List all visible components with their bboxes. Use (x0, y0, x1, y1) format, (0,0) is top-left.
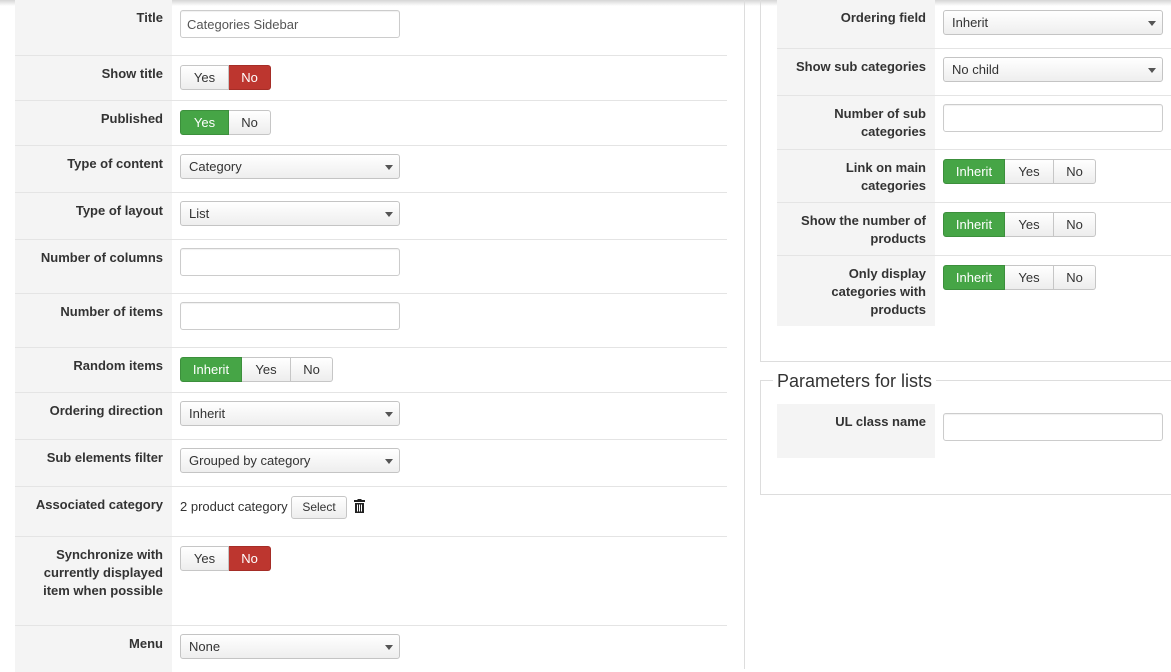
row-show-sub-categories: Show sub categories No child (777, 49, 1171, 96)
ordering-direction-label: Ordering direction (15, 393, 172, 439)
number-of-columns-input[interactable] (180, 248, 400, 276)
random-items-inherit-button[interactable]: Inherit (180, 357, 242, 382)
ul-class-name-label: UL class name (777, 404, 935, 458)
show-number-of-products-toggle: Inherit Yes No (943, 212, 1096, 237)
number-of-sub-categories-input[interactable] (943, 104, 1163, 132)
row-type-of-layout: Type of layout List (15, 193, 727, 240)
chevron-down-icon (1148, 21, 1156, 26)
link-on-main-categories-label: Link on main categories (777, 150, 935, 202)
number-of-columns-label: Number of columns (15, 240, 172, 293)
number-of-sub-categories-label: Number of sub categories (777, 96, 935, 149)
show-sub-categories-label: Show sub categories (777, 49, 935, 95)
trash-icon[interactable] (354, 499, 366, 516)
type-of-content-value: Category (189, 159, 242, 174)
row-show-title: Show title Yes No (15, 56, 727, 101)
show-number-inherit-button[interactable]: Inherit (943, 212, 1005, 237)
link-main-yes-button[interactable]: Yes (1005, 159, 1054, 184)
only-display-with-products-label: Only display categories with products (777, 256, 935, 326)
type-of-layout-label: Type of layout (15, 193, 172, 239)
row-number-of-items: Number of items (15, 294, 727, 348)
random-items-yes-button[interactable]: Yes (242, 357, 291, 382)
chevron-down-icon (1148, 68, 1156, 73)
ordering-field-value: Inherit (952, 15, 989, 30)
sub-elements-filter-label: Sub elements filter (15, 440, 172, 486)
associated-category-control: 2 product category Select (180, 495, 366, 520)
published-no-button[interactable]: No (229, 110, 271, 135)
show-title-no-button[interactable]: No (229, 65, 271, 90)
menu-label: Menu (15, 626, 172, 672)
ordering-direction-select[interactable]: Inherit (180, 401, 400, 426)
associated-category-select-button[interactable]: Select (291, 496, 347, 520)
row-only-display-with-products: Only display categories with products In… (777, 256, 1171, 326)
synchronize-no-button[interactable]: No (229, 546, 271, 571)
link-main-inherit-button[interactable]: Inherit (943, 159, 1005, 184)
random-items-no-button[interactable]: No (291, 357, 333, 382)
type-of-content-label: Type of content (15, 146, 172, 192)
row-show-number-of-products: Show the number of products Inherit Yes … (777, 203, 1171, 256)
show-title-yes-button[interactable]: Yes (180, 65, 229, 90)
sub-elements-filter-select[interactable]: Grouped by category (180, 448, 400, 473)
row-menu: Menu None (15, 626, 727, 672)
only-display-no-button[interactable]: No (1054, 265, 1096, 290)
row-ordering-field: Ordering field Inherit (777, 0, 1171, 49)
link-main-no-button[interactable]: No (1054, 159, 1096, 184)
chevron-down-icon (385, 459, 393, 464)
published-toggle: Yes No (180, 110, 271, 135)
show-number-of-products-label: Show the number of products (777, 203, 935, 255)
only-display-inherit-button[interactable]: Inherit (943, 265, 1005, 290)
random-items-label: Random items (15, 348, 172, 392)
chevron-down-icon (385, 645, 393, 650)
row-ordering-direction: Ordering direction Inherit (15, 393, 727, 440)
menu-value: None (189, 639, 221, 654)
parameters-for-lists-legend: Parameters for lists (773, 370, 937, 392)
title-label: Title (15, 0, 172, 55)
row-random-items: Random items Inherit Yes No (15, 348, 727, 393)
row-number-of-sub-categories: Number of sub categories (777, 96, 1171, 150)
show-number-no-button[interactable]: No (1054, 212, 1096, 237)
chevron-down-icon (385, 412, 393, 417)
published-yes-button[interactable]: Yes (180, 110, 229, 135)
type-of-content-select[interactable]: Category (180, 154, 400, 179)
column-divider (744, 0, 745, 669)
published-label: Published (15, 101, 172, 145)
row-associated-category: Associated category 2 product category S… (15, 487, 727, 537)
title-input[interactable] (180, 10, 400, 38)
show-sub-categories-select[interactable]: No child (943, 57, 1163, 82)
row-title: Title (15, 0, 727, 56)
synchronize-toggle: Yes No (180, 546, 271, 571)
type-of-layout-select[interactable]: List (180, 201, 400, 226)
random-items-toggle: Inherit Yes No (180, 357, 333, 382)
ordering-field-select[interactable]: Inherit (943, 10, 1163, 35)
show-title-toggle: Yes No (180, 65, 271, 90)
chevron-down-icon (385, 165, 393, 170)
row-sub-elements-filter: Sub elements filter Grouped by category (15, 440, 727, 487)
row-published: Published Yes No (15, 101, 727, 146)
show-title-label: Show title (15, 56, 172, 100)
show-sub-categories-value: No child (952, 62, 999, 77)
number-of-items-input[interactable] (180, 302, 400, 330)
synchronize-yes-button[interactable]: Yes (180, 546, 229, 571)
type-of-layout-value: List (189, 206, 210, 221)
associated-category-value: 2 product category (180, 499, 288, 514)
ordering-field-label: Ordering field (777, 0, 935, 48)
sub-elements-filter-value: Grouped by category (189, 453, 311, 468)
synchronize-label: Synchronize with currently displayed ite… (15, 537, 172, 625)
show-number-yes-button[interactable]: Yes (1005, 212, 1054, 237)
ul-class-name-input[interactable] (943, 413, 1163, 441)
chevron-down-icon (385, 212, 393, 217)
associated-category-label: Associated category (15, 487, 172, 536)
row-number-of-columns: Number of columns (15, 240, 727, 294)
only-display-with-products-toggle: Inherit Yes No (943, 265, 1096, 290)
only-display-yes-button[interactable]: Yes (1005, 265, 1054, 290)
row-synchronize: Synchronize with currently displayed ite… (15, 537, 727, 626)
ordering-direction-value: Inherit (189, 406, 226, 421)
menu-select[interactable]: None (180, 634, 400, 659)
row-ul-class-name: UL class name (777, 404, 1171, 458)
link-on-main-categories-toggle: Inherit Yes No (943, 159, 1096, 184)
number-of-items-label: Number of items (15, 294, 172, 347)
row-type-of-content: Type of content Category (15, 146, 727, 193)
row-link-on-main-categories: Link on main categories Inherit Yes No (777, 150, 1171, 203)
